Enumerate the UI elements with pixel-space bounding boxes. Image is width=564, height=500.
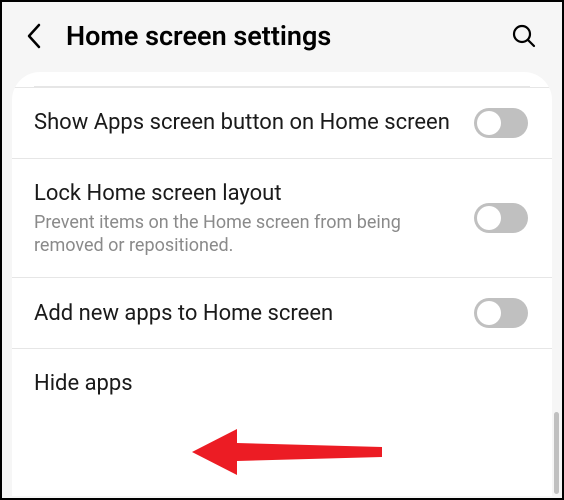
setting-row-add-new-apps[interactable]: Add new apps to Home screen <box>12 277 552 348</box>
toggle-add-new-apps[interactable] <box>474 298 528 328</box>
row-title: Lock Home screen layout <box>34 179 458 209</box>
settings-card: Show Apps screen button on Home screen L… <box>12 72 552 496</box>
back-button[interactable] <box>16 18 52 54</box>
toggle-show-apps-button[interactable] <box>474 108 528 138</box>
toggle-lock-layout[interactable] <box>474 203 528 233</box>
setting-row-lock-layout[interactable]: Lock Home screen layout Prevent items on… <box>12 158 552 277</box>
page-title: Home screen settings <box>66 20 506 52</box>
row-text: Hide apps <box>34 369 528 399</box>
row-title: Show Apps screen button on Home screen <box>34 108 458 138</box>
settings-header: Home screen settings <box>2 2 562 72</box>
row-title: Add new apps to Home screen <box>34 299 458 329</box>
setting-row-show-apps-button[interactable]: Show Apps screen button on Home screen <box>12 87 552 158</box>
row-subtitle: Prevent items on the Home screen from be… <box>34 211 458 258</box>
row-text: Show Apps screen button on Home screen <box>34 108 474 138</box>
search-button[interactable] <box>506 18 542 54</box>
row-text: Add new apps to Home screen <box>34 299 474 329</box>
search-icon <box>511 23 537 49</box>
setting-row-hide-apps[interactable]: Hide apps <box>12 348 552 419</box>
chevron-left-icon <box>25 22 43 50</box>
row-text: Lock Home screen layout Prevent items on… <box>34 179 474 257</box>
row-title: Hide apps <box>34 369 512 399</box>
scrollbar[interactable] <box>554 412 559 494</box>
